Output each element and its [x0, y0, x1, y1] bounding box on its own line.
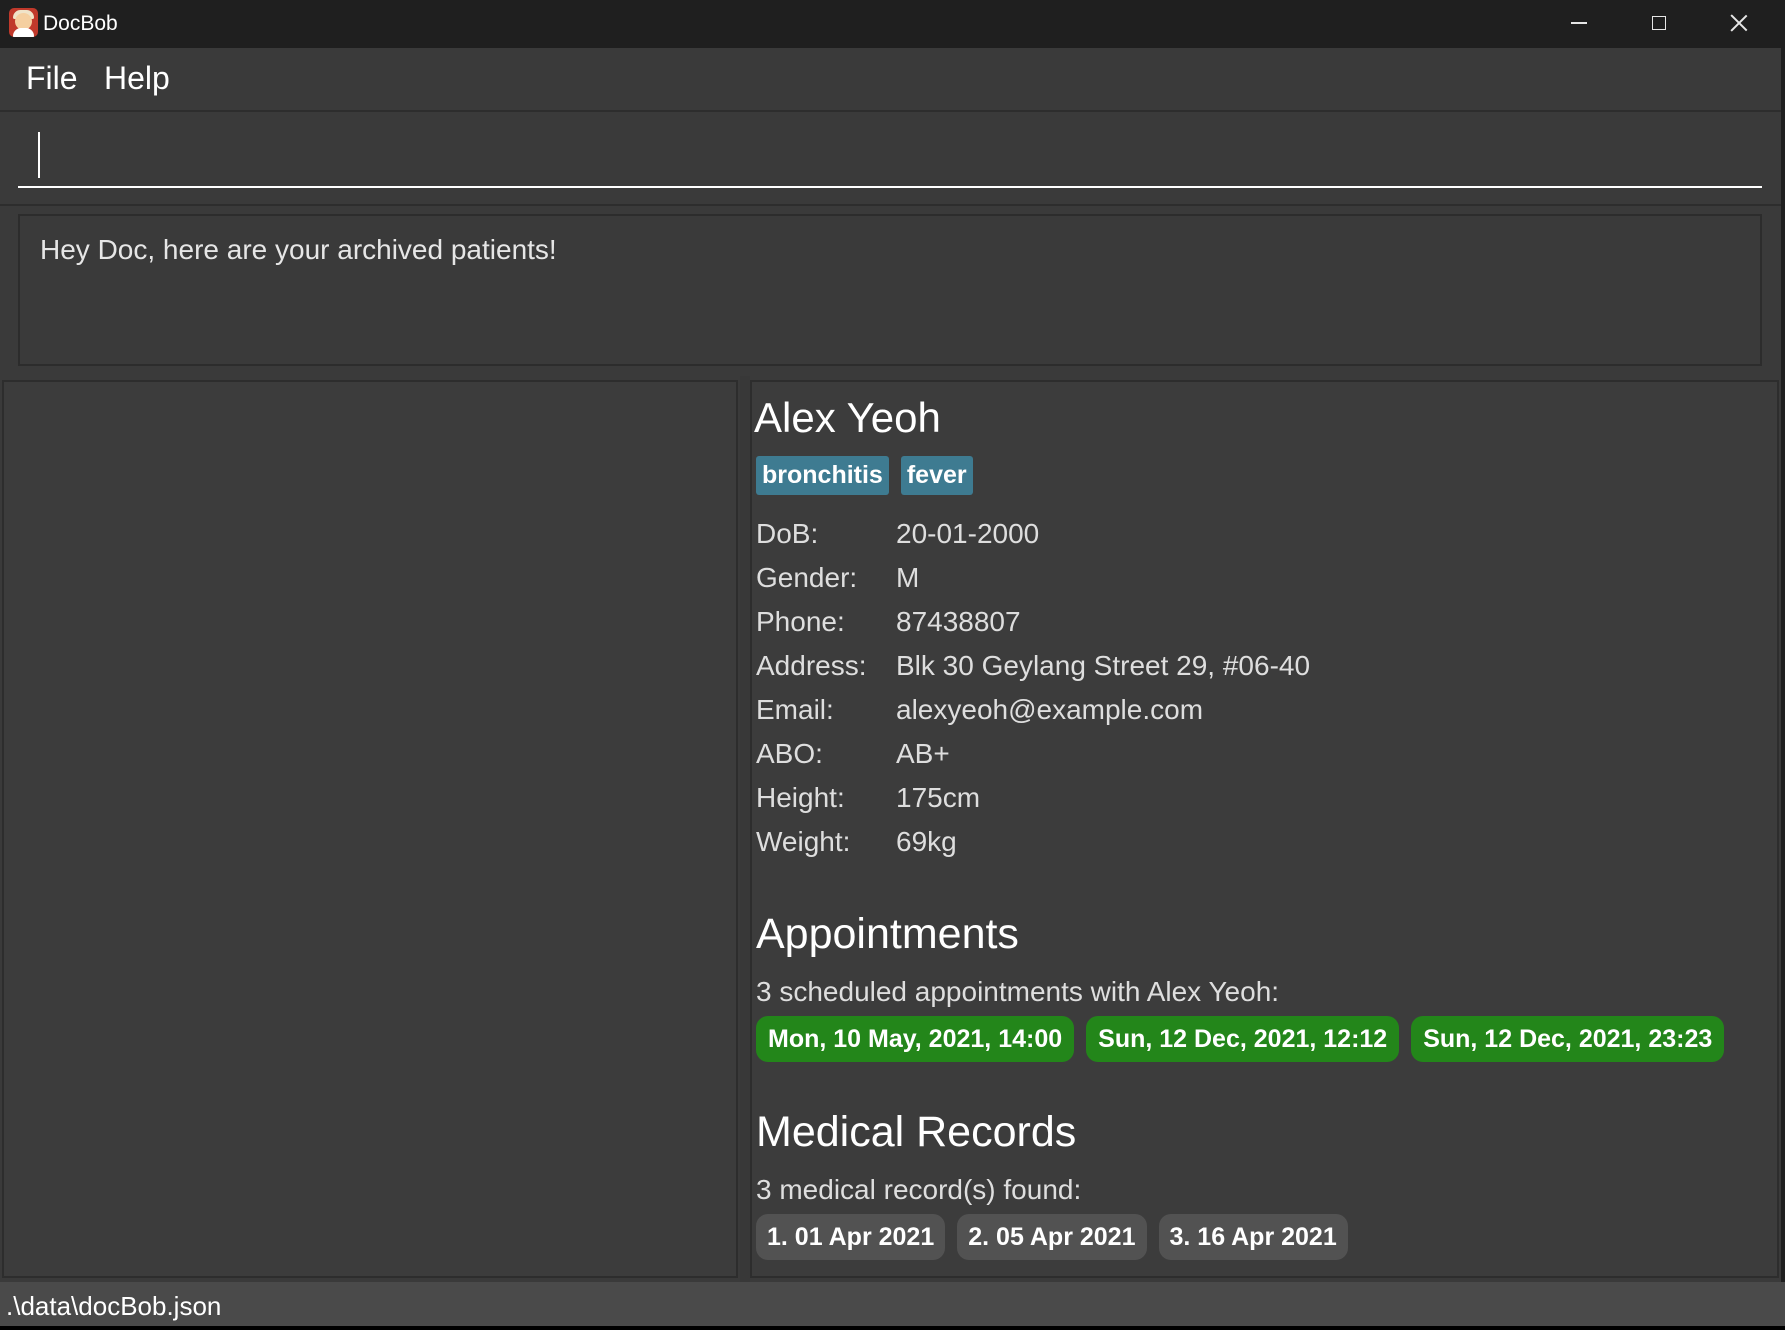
title-bar[interactable]: DocBob [0, 0, 1785, 48]
detail-label: Phone: [756, 606, 845, 637]
detail-value: alexyeoh@example.com [896, 694, 1204, 725]
detail-value: 69kg [896, 826, 957, 857]
tag-badge: bronchitis [756, 456, 889, 495]
result-display[interactable]: Hey Doc, here are your archived patients… [18, 214, 1762, 366]
panel-splitter[interactable] [740, 376, 750, 1282]
tag-badge: fever [900, 456, 973, 495]
menu-help[interactable]: Help [96, 56, 178, 100]
app-window: DocBob File Help Hey Doc, here are your … [0, 0, 1785, 1326]
appointment-chip: Sun, 12 Dec, 2021, 12:12 [1086, 1016, 1400, 1062]
medical-record-chip[interactable]: 3. 16 Apr 2021 [1158, 1214, 1348, 1260]
command-input[interactable] [18, 126, 1762, 188]
close-icon [1730, 14, 1748, 32]
appointments-summary: 3 scheduled appointments with Alex Yeoh: [756, 976, 1280, 1007]
close-button[interactable] [1699, 0, 1779, 46]
detail-value: 87438807 [896, 606, 1021, 637]
detail-label: Gender: [756, 562, 858, 593]
window-title: DocBob [43, 12, 118, 35]
detail-label: Height: [756, 782, 845, 813]
maximize-button[interactable] [1619, 0, 1699, 46]
menu-bar: File Help [0, 48, 1781, 112]
medical-records-summary: 3 medical record(s) found: [756, 1174, 1082, 1205]
medical-record-chip[interactable]: 1. 01 Apr 2021 [756, 1214, 946, 1260]
detail-label: Email: [756, 694, 834, 725]
detail-label: DoB: [756, 518, 819, 549]
result-message: Hey Doc, here are your archived patients… [40, 234, 557, 265]
result-display-area: Hey Doc, here are your archived patients… [0, 206, 1781, 376]
appointment-list: Mon, 10 May, 2021, 14:00 Sun, 12 Dec, 20… [756, 1016, 1725, 1062]
patient-list-panel[interactable] [2, 380, 738, 1278]
detail-label: Address: [756, 650, 867, 681]
appointment-chip: Sun, 12 Dec, 2021, 23:23 [1411, 1016, 1725, 1062]
detail-value: 175cm [896, 782, 981, 813]
appointments-heading: Appointments [756, 910, 1019, 958]
command-box-area [0, 112, 1781, 206]
text-caret [38, 132, 40, 178]
menu-file[interactable]: File [18, 56, 86, 100]
medical-record-chip[interactable]: 2. 05 Apr 2021 [957, 1214, 1147, 1260]
maximize-icon [1652, 16, 1666, 30]
medical-records-heading: Medical Records [756, 1108, 1077, 1156]
medical-record-list: 1. 01 Apr 2021 2. 05 Apr 2021 3. 16 Apr … [756, 1214, 1348, 1260]
detail-label: ABO: [756, 738, 823, 769]
minimize-icon [1571, 22, 1587, 24]
app-logo-icon [9, 8, 38, 37]
appointment-chip: Mon, 10 May, 2021, 14:00 [756, 1016, 1075, 1062]
patient-name: Alex Yeoh [754, 394, 941, 441]
patient-tags: bronchitis fever [756, 456, 973, 495]
detail-value: AB+ [896, 738, 950, 769]
save-file-path: .\data\docBob.json [6, 1291, 222, 1321]
status-bar: .\data\docBob.json [0, 1282, 1785, 1326]
detail-label: Weight: [756, 826, 851, 857]
minimize-button[interactable] [1539, 0, 1619, 46]
detail-value: 20-01-2000 [896, 518, 1040, 549]
detail-value: M [896, 562, 920, 593]
detail-value: Blk 30 Geylang Street 29, #06-40 [896, 650, 1311, 681]
window-edge [1781, 48, 1785, 1282]
